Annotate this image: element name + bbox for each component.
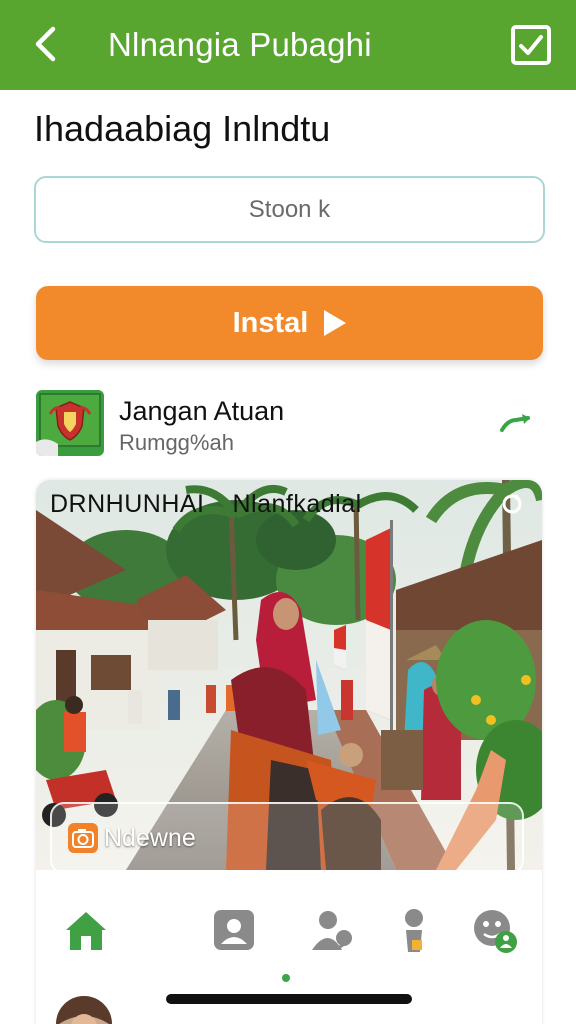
photo-caption-right: Nlanfkadial [232,490,362,518]
nav-profile[interactable] [470,906,518,954]
arrow-left-icon [35,26,56,62]
contact-card-icon [214,910,254,950]
photo-caption-left: DRNHUNHAI [50,490,205,518]
nav-home[interactable] [62,906,110,954]
app-subtitle: Rumgg%ah [119,430,234,455]
home-indicator[interactable] [166,994,412,1004]
app-name: Jangan Atuan [119,396,285,426]
feed-card[interactable]: DRNHUNHAI Nlanfkadial Ndewne [36,480,542,1024]
install-button[interactable]: Instal [36,286,543,360]
app-title: Nlnangia Pubaghi [108,26,372,63]
person-lock-icon [405,909,423,952]
checkbox-checked-icon [511,25,551,65]
search-input[interactable] [36,178,543,241]
photo-caption: DRNHUNHAI Nlanfkadial [50,490,390,519]
bottom-nav [36,870,542,990]
pill-label: Ndewne [104,823,196,852]
profile-badge-icon [474,910,517,953]
corner-refresh-icon[interactable] [500,492,524,516]
camera-icon [68,823,98,853]
page-heading: Ihadaabiag Inlndtu [34,108,331,149]
trend-arrow-icon[interactable] [500,412,532,432]
person-chat-icon [312,911,352,950]
search-field[interactable] [34,176,545,243]
back-button[interactable] [26,24,66,64]
install-button-label: Instal [232,306,309,339]
app-list-item[interactable]: Jangan Atuan Rumgg%ah [36,388,542,458]
home-icon [66,912,106,950]
confirm-button[interactable] [510,24,552,66]
play-icon [324,310,347,336]
app-bar: Nlnangia Pubaghi [0,0,576,90]
media-pill[interactable]: Ndewne [50,802,524,874]
app-emblem-icon [36,390,104,456]
nav-contacts[interactable] [210,906,258,954]
nav-active-indicator [282,974,290,982]
nav-security[interactable] [390,906,438,954]
nav-people[interactable] [308,906,356,954]
